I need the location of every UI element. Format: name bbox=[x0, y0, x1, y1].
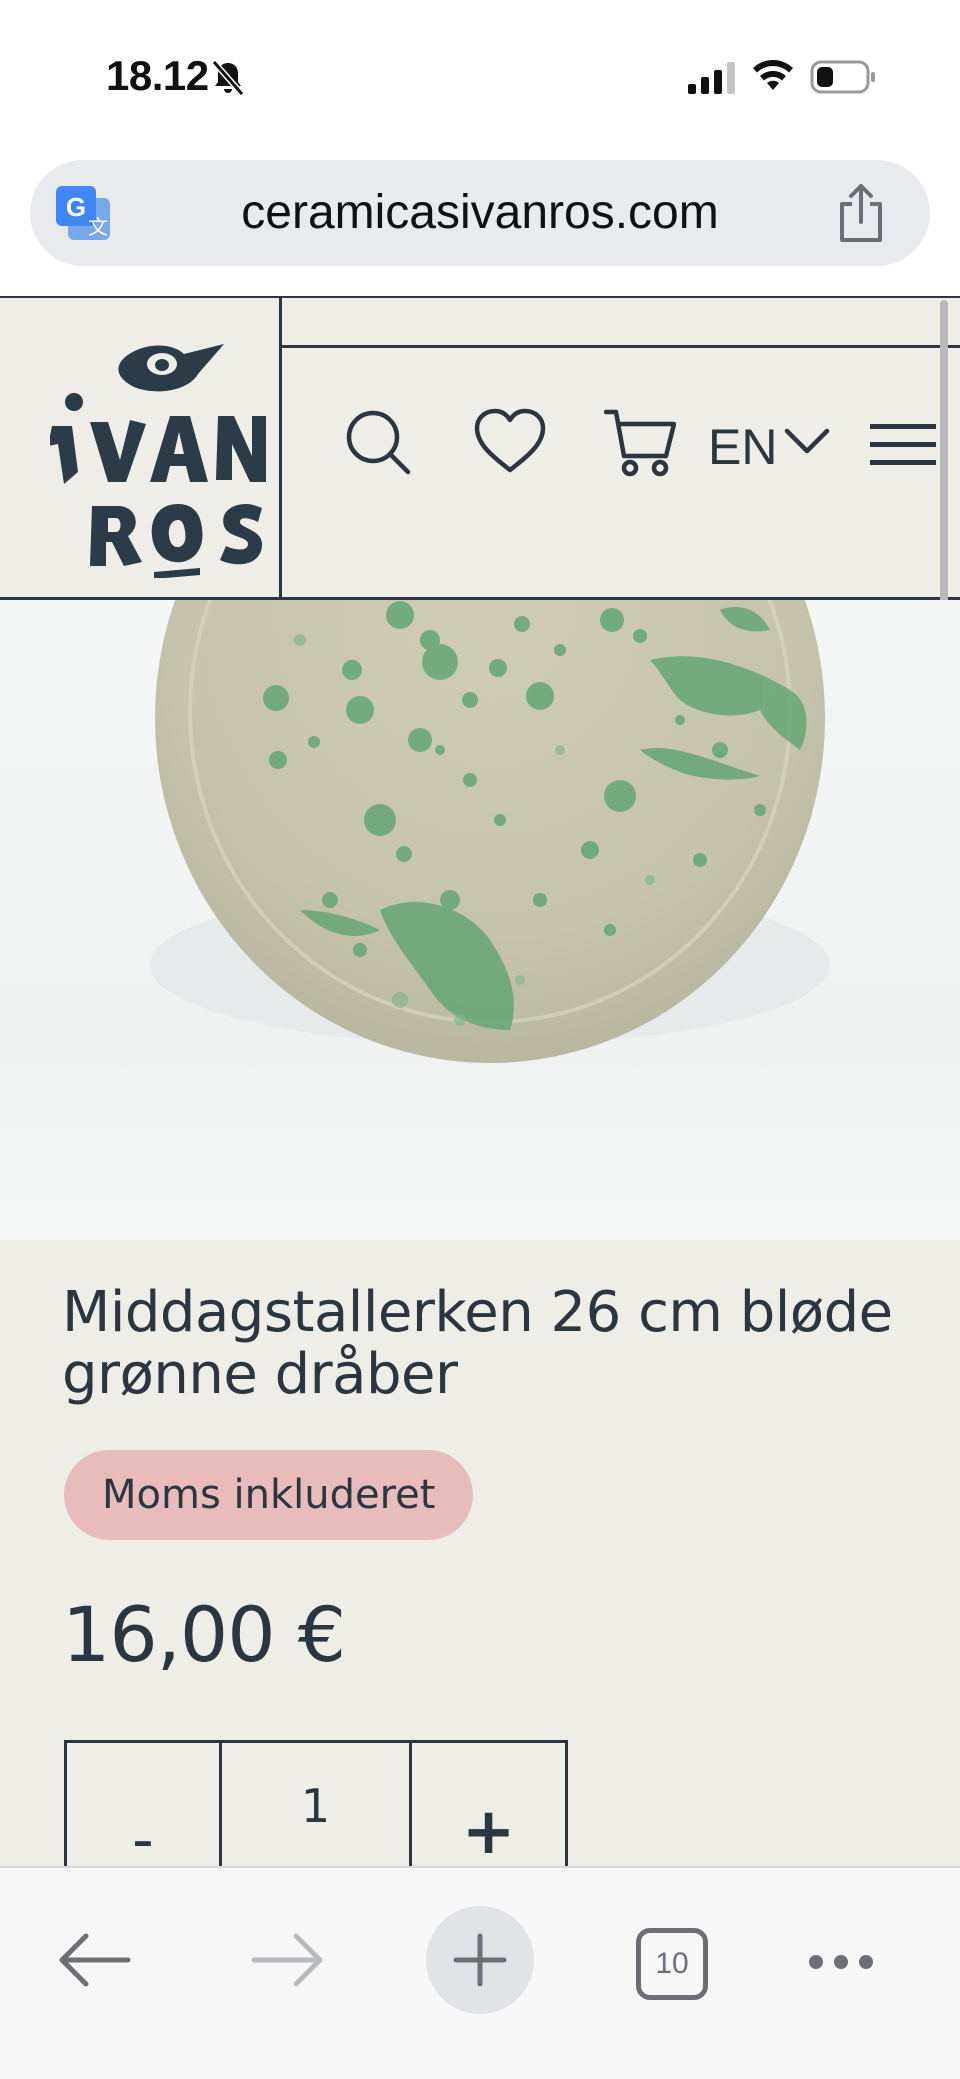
new-tab-button[interactable] bbox=[426, 1906, 534, 2014]
page-scrollbar[interactable] bbox=[940, 300, 948, 620]
signal-icon bbox=[688, 62, 735, 94]
chevron-down-icon[interactable] bbox=[784, 426, 830, 456]
forward-arrow-icon[interactable] bbox=[248, 1930, 326, 1990]
quantity-decrease-button[interactable]: - bbox=[67, 1743, 222, 1877]
site-header: EN bbox=[0, 296, 960, 600]
plus-icon bbox=[453, 1933, 507, 1987]
status-time: 18.12 bbox=[106, 52, 209, 99]
bell-slash-icon bbox=[211, 60, 245, 96]
quantity-stepper: - 1 + bbox=[64, 1740, 568, 1880]
browser-toolbar: 10 bbox=[0, 1866, 960, 2079]
product-price: 16,00 € bbox=[62, 1590, 346, 1679]
quantity-input[interactable]: 1 bbox=[222, 1743, 412, 1877]
cart-icon[interactable] bbox=[604, 408, 676, 478]
ivan-ros-logo[interactable] bbox=[50, 328, 290, 578]
quantity-increase-button[interactable]: + bbox=[412, 1743, 565, 1877]
product-title: Middagstallerken 26 cm bløde grønne dråb… bbox=[62, 1280, 893, 1407]
language-selector[interactable]: EN bbox=[708, 418, 777, 476]
search-icon[interactable] bbox=[344, 408, 412, 476]
heart-icon[interactable] bbox=[474, 408, 546, 474]
menu-icon[interactable] bbox=[870, 422, 936, 468]
tabs-icon[interactable]: 10 bbox=[636, 1928, 708, 2000]
more-icon[interactable] bbox=[806, 1952, 876, 1972]
share-icon[interactable] bbox=[832, 182, 890, 244]
logo-container[interactable] bbox=[0, 298, 282, 597]
header-top-strip bbox=[282, 298, 960, 348]
wifi-icon bbox=[753, 60, 793, 90]
product-info: Middagstallerken 26 cm bløde grønne dråb… bbox=[0, 1240, 960, 1880]
url-text[interactable]: ceramicasivanros.com bbox=[30, 160, 930, 266]
back-arrow-icon[interactable] bbox=[56, 1930, 134, 1990]
product-image[interactable] bbox=[0, 600, 960, 1240]
vat-badge: Moms inkluderet bbox=[64, 1450, 474, 1540]
battery-icon bbox=[810, 60, 875, 94]
address-bar[interactable]: G 文 ceramicasivanros.com bbox=[30, 160, 930, 266]
status-bar: 18.12 bbox=[0, 0, 960, 150]
plate-photo bbox=[150, 600, 830, 1063]
